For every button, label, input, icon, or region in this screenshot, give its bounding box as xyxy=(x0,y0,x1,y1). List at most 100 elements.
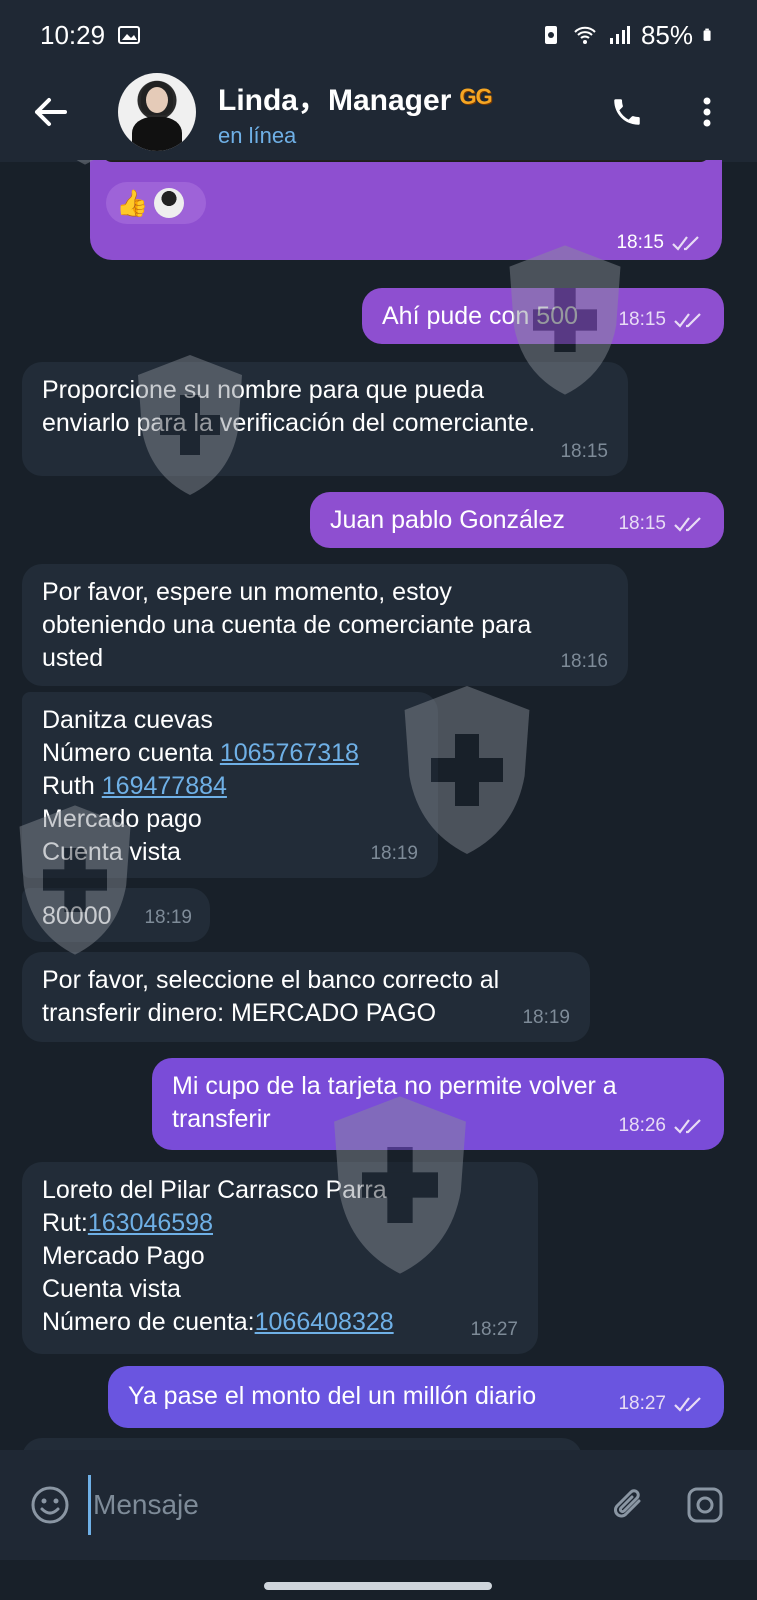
reaction-chip[interactable]: 👍 xyxy=(106,182,206,224)
message-time: 18:26 xyxy=(618,1115,666,1136)
message-line: Mercado pago xyxy=(42,805,202,833)
message-bubble-incoming[interactable]: Danitza cuevas Número cuenta 1065767318 … xyxy=(22,692,438,878)
rut-link[interactable]: 169477884 xyxy=(102,772,227,800)
message-time: 18:15 xyxy=(616,232,664,253)
double-check-icon xyxy=(674,516,701,532)
account-number-link[interactable]: 1066408328 xyxy=(255,1308,394,1336)
message-meta: 18:19 xyxy=(522,1001,570,1034)
media-image[interactable] xyxy=(102,160,710,162)
message-line: Número de cuenta:1066408328 xyxy=(42,1308,394,1336)
avatar[interactable] xyxy=(118,73,196,151)
message-meta: 18:19 xyxy=(144,901,192,934)
arrow-back-icon xyxy=(35,98,67,126)
message-line: Rut:163046598 xyxy=(42,1209,213,1237)
message-meta: 18:15 xyxy=(616,232,702,254)
message-line: Mi cupo de la tarjeta no permite volver … xyxy=(172,1072,617,1100)
message-text: 80000 xyxy=(42,902,112,930)
message-text: Juan pablo González xyxy=(330,506,565,534)
message-line: Número cuenta 1065767318 xyxy=(42,739,359,767)
double-check-icon xyxy=(674,312,701,328)
message-line: Proporcione su nombre para que pueda xyxy=(42,376,484,404)
more-options-button[interactable] xyxy=(677,82,737,142)
attach-button[interactable] xyxy=(599,1475,659,1535)
gallery-icon xyxy=(118,26,141,44)
message-meta: 18:15 xyxy=(618,303,704,336)
message-line: transferir dinero: MERCADO PAGO xyxy=(42,999,437,1027)
message-line: Por favor, seleccione el banco correcto … xyxy=(42,966,500,994)
message-time: 18:27 xyxy=(618,1393,666,1414)
message-bubble-outgoing[interactable]: Ya pase el monto del un millón diario 18… xyxy=(108,1366,724,1428)
message-bubble-incoming[interactable]: 80000 18:19 xyxy=(22,888,210,942)
message-bubble-incoming[interactable]: Por favor, seleccione el banco correcto … xyxy=(22,952,590,1042)
emoji-icon xyxy=(31,1486,69,1524)
message-time: 18:27 xyxy=(470,1319,518,1340)
message-meta: 18:15 xyxy=(618,507,704,540)
double-check-icon xyxy=(674,1118,701,1134)
message-line: Cuenta vista xyxy=(42,1275,181,1303)
message-bubble-media[interactable]: 👍 18:15 xyxy=(90,160,722,260)
chat-header: Linda，Manager GG en línea xyxy=(0,62,757,162)
phone-icon xyxy=(614,99,640,125)
system-nav-bar xyxy=(0,1560,757,1600)
wifi-icon xyxy=(574,26,596,44)
message-bubble-incoming[interactable]: Por favor, espere un momento, estoy obte… xyxy=(22,564,628,686)
message-time: 18:15 xyxy=(618,513,666,534)
message-line: usted xyxy=(42,644,104,672)
battery-saver-icon xyxy=(544,26,557,44)
home-gesture-handle[interactable] xyxy=(264,1582,492,1590)
message-line: obteniendo una cuenta de comerciante par… xyxy=(42,611,532,639)
message-line: Mercado Pago xyxy=(42,1242,205,1270)
message-line: Danitza cuevas xyxy=(42,706,213,734)
message-composer: Mensaje xyxy=(0,1450,757,1560)
more-vertical-icon xyxy=(703,97,711,127)
message-bubble-incoming[interactable]: Loreto del Pilar Carrasco Parra Rut:1630… xyxy=(22,1162,538,1354)
back-button[interactable] xyxy=(20,82,80,142)
battery-level: 85% xyxy=(640,19,693,50)
message-line: enviarlo para la verificación del comerc… xyxy=(42,409,536,437)
message-list[interactable]: 👍 18:15 Ahí pude con 500 18:15 Proporcio… xyxy=(0,160,757,1450)
message-input[interactable]: Mensaje xyxy=(88,1475,568,1535)
message-time: 18:19 xyxy=(522,1007,570,1028)
camera-button[interactable] xyxy=(675,1475,735,1535)
thumbs-up-icon: 👍 xyxy=(116,188,149,218)
status-bar: 10:29 85% xyxy=(0,0,757,70)
message-bubble-outgoing[interactable]: Mi cupo de la tarjeta no permite volver … xyxy=(152,1058,724,1150)
message-meta: 18:15 xyxy=(560,435,608,468)
account-number-link[interactable]: 1065767318 xyxy=(220,739,359,767)
reaction-avatar xyxy=(154,188,185,218)
message-text: Ya pase el monto del un millón diario xyxy=(128,1382,537,1410)
message-time: 18:16 xyxy=(560,651,608,672)
gg-badge: GG xyxy=(459,84,492,109)
paperclip-icon xyxy=(614,1489,641,1518)
message-meta: 18:16 xyxy=(560,645,608,678)
signal-icon xyxy=(609,26,630,44)
message-bubble-incoming[interactable]: Proporcione su nombre para que pueda env… xyxy=(22,362,628,476)
chat-title: Linda，Manager xyxy=(218,84,452,117)
call-button[interactable] xyxy=(597,82,657,142)
battery-icon xyxy=(703,28,711,41)
online-status: en línea xyxy=(218,123,297,148)
message-time: 18:15 xyxy=(560,441,608,462)
message-bubble-outgoing[interactable]: Juan pablo González 18:15 xyxy=(310,492,724,548)
message-meta: 18:19 xyxy=(370,837,418,870)
rut-link[interactable]: 163046598 xyxy=(88,1209,213,1237)
message-text: Ahí pude con 500 xyxy=(382,302,578,330)
message-line: Cuenta vista xyxy=(42,838,181,866)
message-bubble-outgoing[interactable]: Ahí pude con 500 18:15 xyxy=(362,288,724,344)
chat-title-block[interactable]: Linda，Manager GG en línea xyxy=(218,75,597,149)
message-line: Loreto del Pilar Carrasco Parra xyxy=(42,1176,387,1204)
message-time: 18:19 xyxy=(370,843,418,864)
message-bubble-partial xyxy=(22,1438,582,1450)
message-line: Ruth 169477884 xyxy=(42,772,227,800)
message-line: Por favor, espere un momento, estoy xyxy=(42,578,452,606)
message-meta: 18:27 xyxy=(470,1313,518,1346)
message-time: 18:15 xyxy=(618,309,666,330)
double-check-icon xyxy=(674,1396,701,1412)
clock: 10:29 xyxy=(40,19,106,50)
message-meta: 18:26 xyxy=(618,1109,704,1142)
camera-icon xyxy=(687,1487,723,1523)
message-meta: 18:27 xyxy=(618,1387,704,1420)
message-time: 18:19 xyxy=(144,907,192,928)
emoji-button[interactable] xyxy=(20,1475,80,1535)
double-check-icon xyxy=(672,236,699,251)
